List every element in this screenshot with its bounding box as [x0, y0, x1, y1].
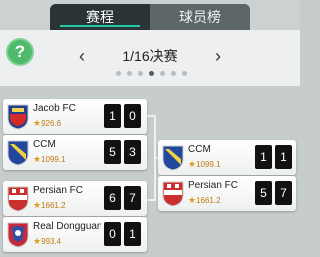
- page-dot[interactable]: [127, 71, 132, 76]
- team-name: Real Dongguan.: [33, 221, 101, 232]
- tab-player-ranking-label: 球员榜: [179, 9, 221, 25]
- blue-yellow-crest-icon: [162, 145, 184, 171]
- red-white-crest-icon: [162, 181, 184, 207]
- star-icon: ★: [33, 200, 42, 210]
- star-icon: ★: [33, 118, 42, 128]
- score-leg1: 1: [104, 104, 121, 128]
- team-name: Persian FC: [188, 180, 239, 191]
- question-icon: ?: [14, 42, 26, 61]
- tab-schedule[interactable]: 赛程: [50, 4, 150, 30]
- team-rating: ★993.4: [33, 236, 62, 246]
- score-leg2: 7: [275, 181, 292, 205]
- blue-red-crest-icon: [7, 104, 29, 130]
- round-title: 1/16决赛: [122, 48, 178, 64]
- score-leg1: 1: [255, 145, 272, 169]
- page-dot[interactable]: [160, 71, 165, 76]
- match-card-team[interactable]: Persian FC ★1661.2 6 7: [3, 181, 147, 216]
- team-rating: ★926.6: [33, 118, 62, 128]
- star-icon: ★: [188, 195, 197, 205]
- team-name: Jacob FC: [33, 103, 76, 114]
- bracket-connector: [146, 199, 154, 201]
- score-leg2: 1: [124, 222, 141, 246]
- score-leg1: 5: [255, 181, 272, 205]
- blue-yellow-crest-icon: [7, 140, 29, 166]
- star-icon: ★: [188, 159, 197, 169]
- score-leg2: 1: [275, 145, 292, 169]
- match-card-team[interactable]: Real Dongguan. ★993.4 0 1: [3, 217, 147, 252]
- tab-player-ranking[interactable]: 球员榜: [150, 4, 250, 30]
- page-dot[interactable]: [171, 71, 176, 76]
- team-rating: ★1661.2: [188, 195, 221, 205]
- page-dot[interactable]: [182, 71, 187, 76]
- score-leg1: 0: [104, 222, 121, 246]
- page-dot[interactable]: [138, 71, 143, 76]
- bracket-connector: [146, 115, 154, 117]
- page-dot[interactable]: [116, 71, 121, 76]
- active-tab-indicator: [60, 25, 140, 27]
- match-card-team[interactable]: CCM ★1099.1 1 1: [158, 140, 296, 175]
- page-dot-active[interactable]: [149, 71, 154, 76]
- red-blue-crest-icon: [7, 222, 29, 248]
- prev-round-arrow-icon[interactable]: ‹: [74, 46, 90, 66]
- team-rating: ★1099.1: [33, 154, 66, 164]
- match-card-team[interactable]: CCM ★1099.1 5 3: [3, 135, 147, 170]
- page-indicator: [116, 71, 196, 77]
- tab-schedule-label: 赛程: [86, 9, 114, 25]
- match-card-team[interactable]: Jacob FC ★926.6 1 0: [3, 99, 147, 134]
- team-name: Persian FC: [33, 185, 84, 196]
- team-rating: ★1661.2: [33, 200, 66, 210]
- team-name: CCM: [188, 144, 211, 155]
- team-name: CCM: [33, 139, 56, 150]
- score-leg1: 5: [104, 140, 121, 164]
- help-button[interactable]: ?: [8, 40, 32, 64]
- score-leg1: 6: [104, 186, 121, 210]
- next-round-arrow-icon[interactable]: ›: [210, 46, 226, 66]
- score-leg2: 3: [124, 140, 141, 164]
- match-card-team[interactable]: Persian FC ★1661.2 5 7: [158, 176, 296, 211]
- star-icon: ★: [33, 154, 42, 164]
- tab-bar: 赛程 球员榜: [50, 4, 250, 30]
- score-leg2: 0: [124, 104, 141, 128]
- team-rating: ★1099.1: [188, 159, 221, 169]
- star-icon: ★: [33, 236, 42, 246]
- score-leg2: 7: [124, 186, 141, 210]
- red-white-crest-icon: [7, 186, 29, 212]
